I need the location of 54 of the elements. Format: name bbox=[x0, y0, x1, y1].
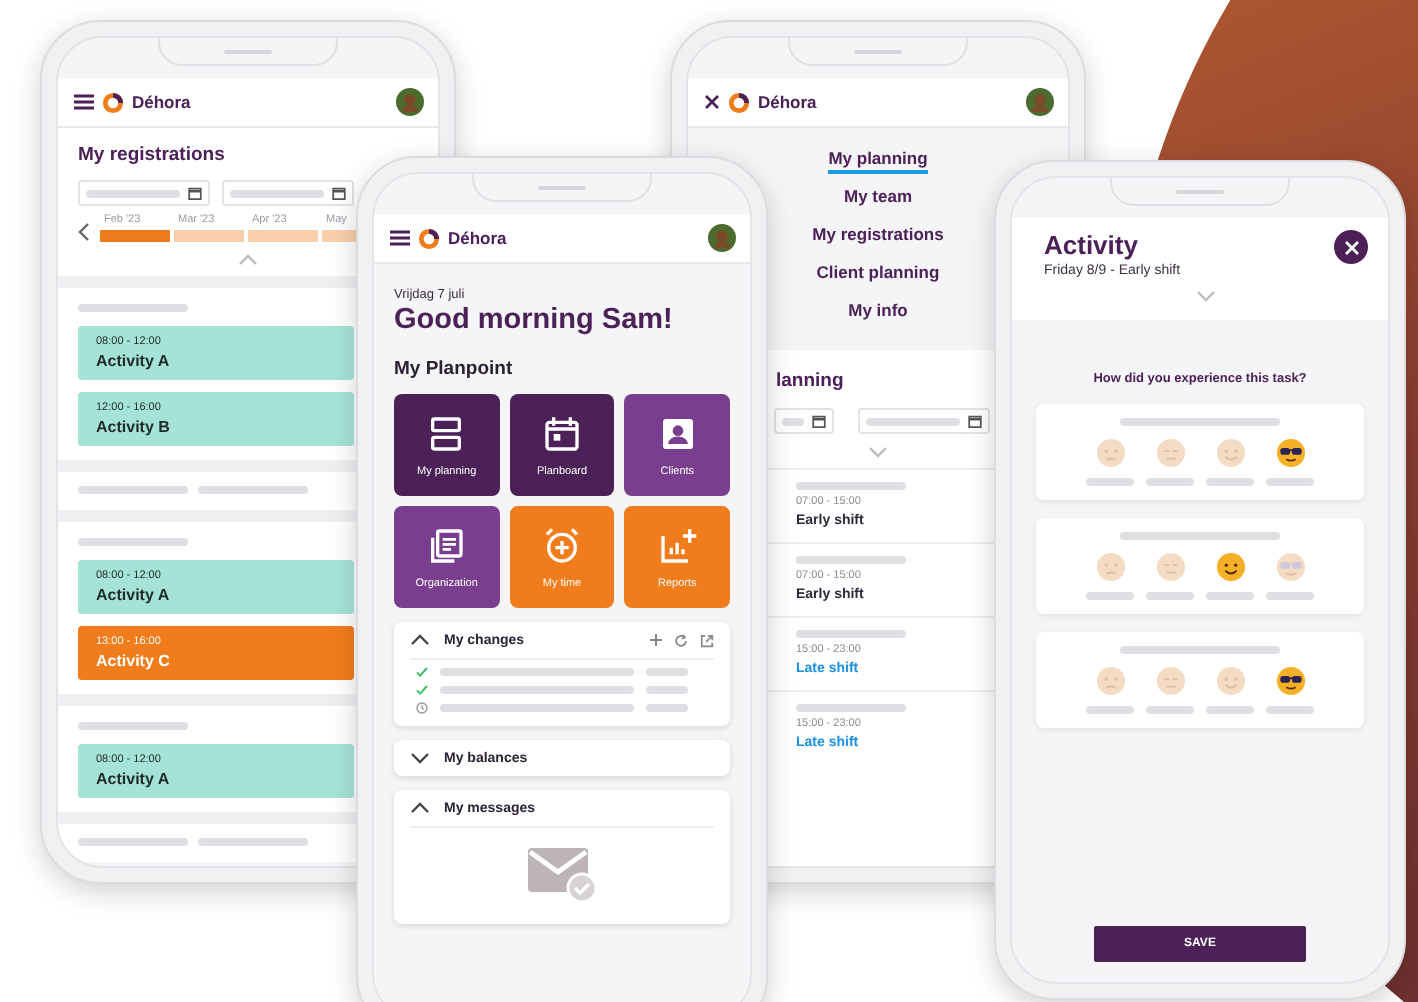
date-field[interactable] bbox=[774, 408, 834, 434]
calendar-icon bbox=[188, 186, 202, 200]
logo-icon bbox=[418, 227, 440, 249]
activity-name: Activity A bbox=[96, 770, 172, 788]
section-title: My Planpoint bbox=[394, 358, 515, 380]
activity-name: Activity C bbox=[96, 652, 172, 670]
avatar bbox=[708, 224, 736, 252]
logo-icon bbox=[102, 91, 124, 113]
activity-name: Activity B bbox=[96, 418, 172, 436]
nav-item[interactable]: My registrations bbox=[812, 224, 944, 250]
alarm-clock-icon bbox=[541, 525, 582, 565]
logo-icon bbox=[728, 91, 750, 113]
documents-icon bbox=[426, 525, 467, 565]
nav-item[interactable]: My team bbox=[843, 186, 912, 212]
app-name: Déhora bbox=[448, 228, 507, 248]
menu-icon[interactable] bbox=[74, 94, 94, 110]
menu-icon[interactable] bbox=[390, 230, 410, 246]
person-card-icon bbox=[657, 413, 698, 453]
nav-item[interactable]: Client planning bbox=[816, 262, 940, 288]
avatar bbox=[396, 88, 424, 116]
nav-item[interactable]: My planning bbox=[828, 148, 928, 174]
plus-icon[interactable] bbox=[650, 634, 662, 646]
greeting: Good morning Sam! bbox=[394, 304, 675, 336]
app-name: Déhora bbox=[132, 92, 191, 112]
chevron-down-icon[interactable] bbox=[410, 752, 430, 764]
activity-name: Activity A bbox=[96, 352, 172, 370]
close-icon[interactable] bbox=[704, 94, 720, 110]
chevron-up-icon[interactable] bbox=[410, 634, 430, 646]
nav-item[interactable]: My info bbox=[848, 300, 908, 326]
date-field[interactable] bbox=[222, 180, 354, 206]
chevron-up-icon[interactable] bbox=[410, 802, 430, 814]
calendar-icon bbox=[812, 414, 826, 428]
avatar bbox=[1026, 88, 1054, 116]
emoji-icon[interactable] bbox=[1275, 438, 1305, 468]
page-title: Activity bbox=[1044, 230, 1140, 260]
chevron-left-icon[interactable] bbox=[78, 222, 90, 242]
date-field[interactable] bbox=[858, 408, 990, 434]
calendar-icon bbox=[968, 414, 982, 428]
page-title: lanning bbox=[774, 368, 846, 392]
clock-icon bbox=[416, 702, 428, 714]
page-title: My registrations bbox=[78, 144, 227, 166]
bar-chart-icon bbox=[657, 525, 698, 565]
close-button[interactable] bbox=[1334, 230, 1368, 264]
activity-name: Activity A bbox=[96, 586, 172, 604]
calendar-icon bbox=[332, 186, 346, 200]
app-name: Déhora bbox=[758, 92, 817, 112]
stacked-rows-icon bbox=[426, 413, 467, 453]
emoji-icon[interactable] bbox=[1215, 552, 1245, 582]
envelope-icon bbox=[526, 844, 598, 904]
date-field[interactable] bbox=[78, 180, 210, 206]
emoji-icon[interactable] bbox=[1275, 666, 1305, 696]
refresh-icon[interactable] bbox=[674, 633, 688, 647]
calendar-icon bbox=[541, 413, 582, 453]
external-link-icon[interactable] bbox=[700, 633, 714, 647]
